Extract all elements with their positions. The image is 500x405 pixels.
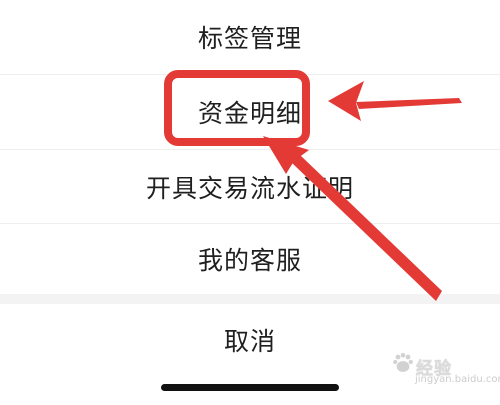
home-indicator[interactable] bbox=[161, 384, 339, 391]
cancel-label: 取消 bbox=[223, 327, 276, 356]
action-sheet: 标签管理 资金明细 开具交易流水证明 我的客服 取消 bbox=[0, 0, 500, 405]
section-gap bbox=[0, 294, 500, 304]
menu-item-label: 开具交易流水证明 bbox=[145, 173, 354, 203]
screenshot-frame: 标签管理 资金明细 开具交易流水证明 我的客服 取消 经验 jingyan.ba… bbox=[0, 0, 500, 405]
cancel-button[interactable]: 取消 bbox=[0, 304, 500, 376]
menu-item-transaction-statement[interactable]: 开具交易流水证明 bbox=[0, 150, 500, 223]
menu-item-label: 我的客服 bbox=[197, 246, 302, 275]
menu-item-fund-details[interactable]: 资金明细 bbox=[0, 75, 500, 149]
menu-item-label: 资金明细 bbox=[197, 99, 302, 128]
menu-item-label: 标签管理 bbox=[197, 24, 302, 53]
menu-item-my-customer-service[interactable]: 我的客服 bbox=[0, 224, 500, 294]
menu-item-tag-management[interactable]: 标签管理 bbox=[0, 0, 500, 74]
